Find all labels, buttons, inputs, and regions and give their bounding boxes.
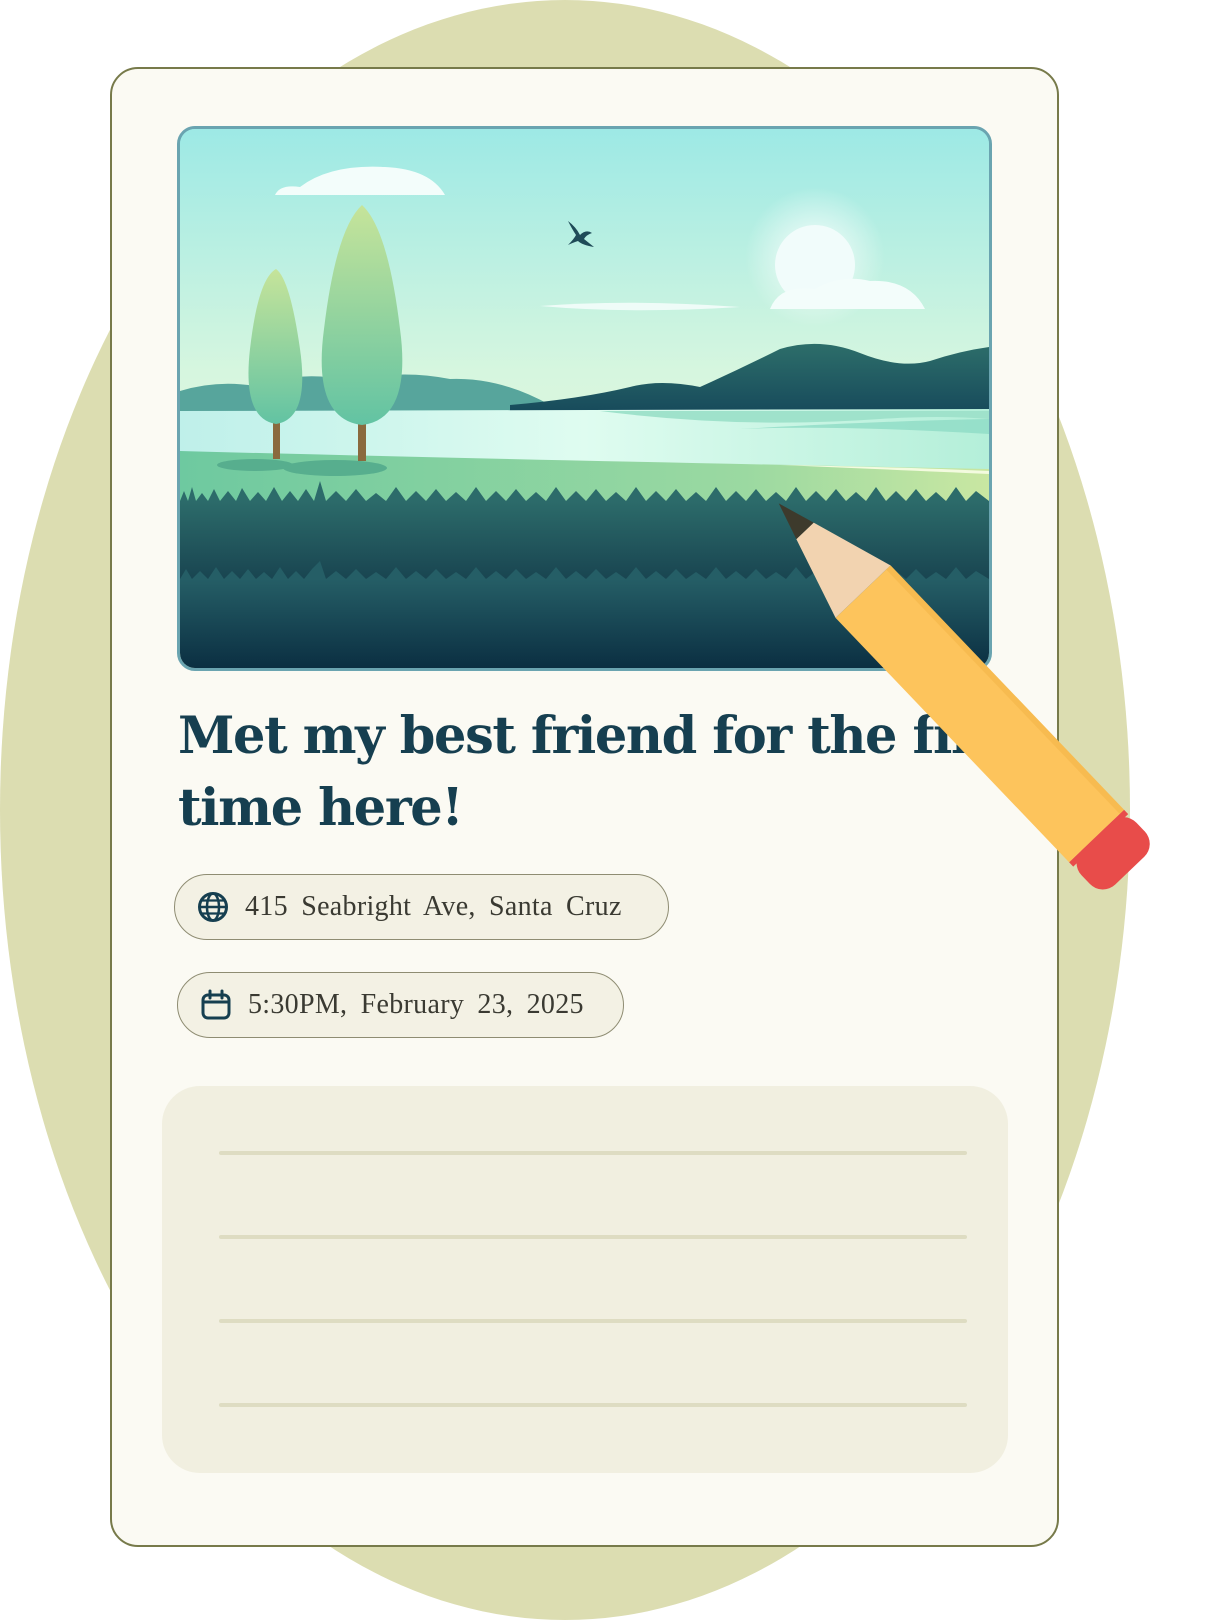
landscape-photo: [177, 126, 992, 671]
datetime-text: 5:30PM, February 23, 2025: [248, 989, 584, 1020]
calendar-icon: [198, 987, 234, 1023]
note-line: [219, 1151, 967, 1155]
note-line: [219, 1319, 967, 1323]
location-chip[interactable]: 415 Seabright Ave, Santa Cruz: [174, 874, 669, 940]
notes-area[interactable]: [162, 1086, 1008, 1473]
location-text: 415 Seabright Ave, Santa Cruz: [245, 891, 622, 922]
note-line: [219, 1235, 967, 1239]
note-line: [219, 1403, 967, 1407]
post-title: Met my best friend for the first time he…: [178, 706, 1027, 838]
datetime-chip[interactable]: 5:30PM, February 23, 2025: [177, 972, 624, 1038]
globe-icon: [195, 889, 231, 925]
